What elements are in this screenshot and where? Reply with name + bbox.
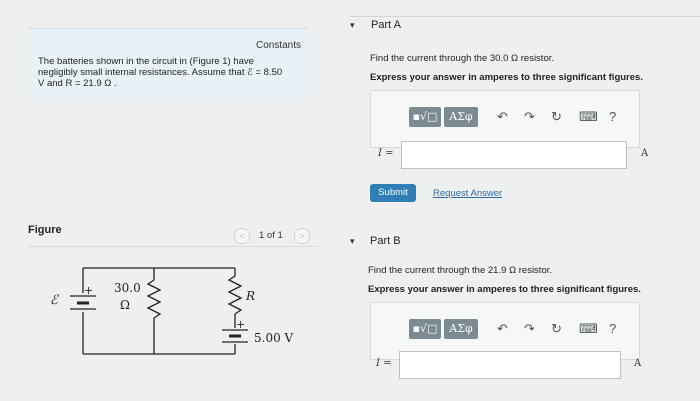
part-a-question: Find the current through the 30.0 Ω resi… [370, 53, 555, 64]
request-answer-link[interactable]: Request Answer [433, 188, 502, 199]
part-a-title: Part A [371, 19, 401, 31]
resistor-R [227, 275, 243, 315]
templates-button[interactable]: ▪√□ [409, 319, 441, 339]
help-icon[interactable]: ? [609, 321, 616, 336]
resistor-R-label: R [245, 289, 255, 303]
figure-title: Figure [28, 224, 62, 236]
part-b-unit: A [634, 358, 642, 369]
reset-icon[interactable]: ↻ [551, 109, 562, 125]
problem-intro-line-1: The batteries shown in the circuit in (F… [38, 56, 254, 67]
part-b-answer-label: I = [376, 358, 392, 369]
part-b-answer-input[interactable] [399, 351, 621, 379]
undo-icon[interactable]: ↶ [497, 109, 508, 125]
help-icon[interactable]: ? [609, 109, 616, 124]
part-a-answer-label: I = [378, 148, 394, 159]
plus-sign: + [84, 284, 93, 297]
keyboard-icon[interactable]: ⌨ [579, 321, 598, 337]
resistor-30-unit: Ω [120, 298, 130, 312]
redo-icon[interactable]: ↷ [524, 321, 535, 337]
resistor-30-value: 30.0 [114, 281, 141, 295]
part-b-title: Part B [370, 235, 401, 247]
part-a-instruction: Express your answer in amperes to three … [370, 72, 643, 83]
part-a-answer-input[interactable] [401, 141, 627, 169]
plus-sign: + [236, 318, 245, 331]
battery-2-label: 5.00 V [254, 331, 294, 345]
greek-symbols-button[interactable]: ΑΣφ [444, 319, 478, 339]
part-b-question: Find the current through the 21.9 Ω resi… [368, 265, 553, 276]
keyboard-icon[interactable]: ⌨ [579, 109, 598, 125]
part-a-unit: A [641, 148, 649, 159]
redo-icon[interactable]: ↷ [524, 109, 535, 125]
part-a-collapse-icon[interactable]: ▾ [350, 20, 355, 31]
problem-intro-line-3: V and R = 21.9 Ω . [38, 78, 117, 89]
reset-icon[interactable]: ↻ [551, 321, 562, 337]
greek-symbols-button[interactable]: ΑΣφ [444, 107, 478, 127]
part-b-instruction: Express your answer in amperes to three … [368, 284, 641, 295]
next-figure-button[interactable]: > [294, 228, 310, 244]
top-divider [350, 16, 700, 17]
figure-divider [28, 246, 318, 247]
part-a-math-toolbar: ▪√□ ΑΣφ ↶ ↷ ↻ ⌨ ? [370, 90, 640, 148]
emf-label: ℰ [50, 293, 59, 308]
prev-figure-button[interactable]: < [234, 228, 250, 244]
circuit-diagram: ℰ + 30.0 Ω R + 5.00 V [50, 267, 294, 355]
resistor-30 [146, 279, 162, 319]
figure-pager: 1 of 1 [259, 230, 283, 241]
problem-intro: The batteries shown in the circuit in (F… [38, 56, 308, 89]
constants-link[interactable]: Constants [256, 40, 301, 51]
submit-button[interactable]: Submit [370, 184, 416, 202]
undo-icon[interactable]: ↶ [497, 321, 508, 337]
part-b-collapse-icon[interactable]: ▾ [350, 236, 355, 247]
templates-button[interactable]: ▪√□ [409, 107, 441, 127]
problem-intro-line-2: negligibly small internal resistances. A… [38, 67, 283, 78]
